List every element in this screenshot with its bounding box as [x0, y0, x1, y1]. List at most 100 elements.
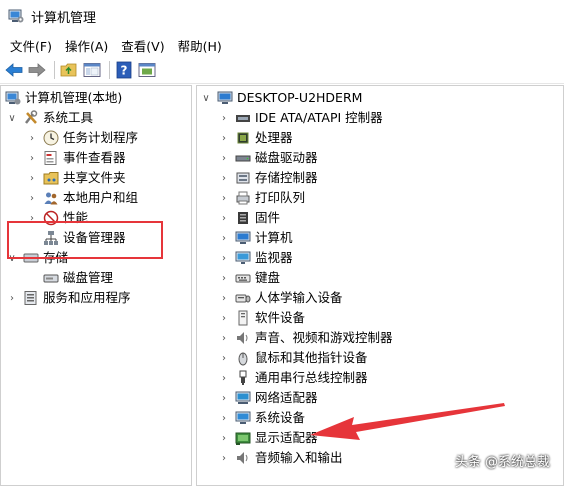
display-adapter-icon [235, 430, 251, 446]
device-category-item[interactable]: › 磁盘驱动器 [219, 148, 318, 168]
hid-icon [235, 290, 251, 306]
computer-icon [235, 230, 251, 246]
up-folder-icon[interactable] [59, 60, 79, 80]
chevron-right-icon[interactable]: › [219, 148, 229, 168]
chevron-right-icon[interactable]: › [7, 288, 17, 308]
device-category-label: 监视器 [255, 250, 293, 265]
device-category-item[interactable]: › 计算机 [219, 228, 293, 248]
chevron-right-icon[interactable]: › [219, 408, 229, 428]
menu-view[interactable]: 查看(V) [115, 34, 170, 57]
device-category-label: 通用串行总线控制器 [255, 370, 368, 385]
computer-name: DESKTOP-U2HDERM [237, 90, 363, 105]
device-category-label: 固件 [255, 210, 281, 225]
console-tree-pane[interactable]: 计算机管理(本地) ∨ 系统工具 › 任务计划程序 › 事件查看器 › 共享文件… [0, 85, 192, 486]
show-hide-tree-icon[interactable] [82, 60, 102, 80]
device-category-item[interactable]: › 打印队列 [219, 188, 305, 208]
chevron-down-icon[interactable]: ∨ [7, 248, 17, 268]
chevron-right-icon[interactable]: › [219, 388, 229, 408]
device-category-item[interactable]: › 处理器 [219, 128, 293, 148]
device-category-item[interactable]: › 监视器 [219, 248, 293, 268]
device-category-label: 键盘 [255, 270, 281, 285]
svg-text:?: ? [121, 64, 128, 78]
chevron-right-icon[interactable]: › [27, 188, 37, 208]
device-category-item[interactable]: › 声音、视频和游戏控制器 [219, 328, 393, 348]
help-icon[interactable]: ? [114, 60, 134, 80]
tree-item-root[interactable]: 计算机管理(本地) [5, 88, 122, 108]
network-adapter-icon [235, 390, 251, 406]
computer-management-icon [8, 8, 24, 24]
firmware-icon [235, 210, 251, 226]
chevron-down-icon[interactable]: ∨ [7, 108, 17, 128]
tree-item-event-viewer[interactable]: › 事件查看器 [27, 148, 126, 168]
chevron-right-icon[interactable]: › [219, 308, 229, 328]
back-arrow-icon[interactable] [4, 60, 24, 80]
storage-controller-icon [235, 170, 251, 186]
chevron-right-icon[interactable]: › [27, 128, 37, 148]
ide-controller-icon [235, 110, 251, 126]
chevron-right-icon[interactable]: › [219, 428, 229, 448]
menu-action[interactable]: 操作(A) [59, 34, 114, 57]
chevron-right-icon[interactable]: › [219, 128, 229, 148]
chevron-right-icon[interactable]: › [219, 288, 229, 308]
system-device-icon [235, 410, 251, 426]
chevron-right-icon[interactable]: › [27, 208, 37, 228]
tree-item-shared-folders[interactable]: › 共享文件夹 [27, 168, 126, 188]
chevron-right-icon[interactable]: › [219, 348, 229, 368]
chevron-right-icon[interactable]: › [219, 168, 229, 188]
device-category-item[interactable]: › 通用串行总线控制器 [219, 368, 368, 388]
computer-management-icon [5, 90, 21, 106]
forward-arrow-icon[interactable] [27, 60, 47, 80]
audio-io-icon [235, 450, 251, 466]
device-category-item[interactable]: › 软件设备 [219, 308, 305, 328]
device-category-label: 软件设备 [255, 310, 306, 325]
tree-item-disk-management[interactable]: 磁盘管理 [43, 268, 113, 288]
chevron-right-icon[interactable]: › [27, 168, 37, 188]
tree-label: 设备管理器 [63, 230, 126, 245]
tree-item-performance[interactable]: › 性能 [27, 208, 88, 228]
menu-bar: 文件(F) 操作(A) 查看(V) 帮助(H) [0, 34, 229, 56]
menu-file[interactable]: 文件(F) [4, 34, 58, 57]
device-category-label: 处理器 [255, 130, 293, 145]
tree-item-device-manager[interactable]: 设备管理器 [43, 228, 126, 248]
tree-item-task-scheduler[interactable]: › 任务计划程序 [27, 128, 138, 148]
disk-management-icon [43, 270, 59, 286]
tree-item-services-apps[interactable]: › 服务和应用程序 [7, 288, 131, 308]
chevron-right-icon[interactable]: › [219, 188, 229, 208]
monitor-icon [235, 250, 251, 266]
chevron-right-icon[interactable]: › [219, 228, 229, 248]
properties-icon[interactable] [137, 60, 157, 80]
tree-label: 本地用户和组 [63, 190, 139, 205]
toolbar-separator [109, 61, 110, 79]
device-category-item[interactable]: › 音频输入和输出 [219, 448, 343, 468]
device-category-item[interactable]: › 人体学输入设备 [219, 288, 343, 308]
chevron-right-icon[interactable]: › [219, 368, 229, 388]
chevron-down-icon[interactable]: ∨ [201, 88, 211, 108]
device-category-item[interactable]: › IDE ATA/ATAPI 控制器 [219, 108, 383, 128]
tree-label: 计算机管理(本地) [25, 90, 123, 105]
device-category-item[interactable]: › 固件 [219, 208, 280, 228]
chevron-right-icon[interactable]: › [219, 448, 229, 468]
users-icon [43, 190, 59, 206]
device-category-label: 音频输入和输出 [255, 450, 343, 465]
device-category-item[interactable]: › 鼠标和其他指针设备 [219, 348, 368, 368]
device-category-item[interactable]: › 系统设备 [219, 408, 305, 428]
tree-label: 事件查看器 [63, 150, 126, 165]
print-queue-icon [235, 190, 251, 206]
tree-item-system-tools[interactable]: ∨ 系统工具 [7, 108, 93, 128]
device-category-item[interactable]: › 键盘 [219, 268, 280, 288]
chevron-right-icon[interactable]: › [219, 108, 229, 128]
chevron-right-icon[interactable]: › [219, 268, 229, 288]
menu-help[interactable]: 帮助(H) [172, 34, 228, 57]
device-category-item[interactable]: › 存储控制器 [219, 168, 318, 188]
device-category-label: 系统设备 [255, 410, 306, 425]
chevron-right-icon[interactable]: › [219, 248, 229, 268]
chevron-right-icon[interactable]: › [219, 328, 229, 348]
tree-item-local-users[interactable]: › 本地用户和组 [27, 188, 138, 208]
tree-item-storage[interactable]: ∨ 存储 [7, 248, 68, 268]
speaker-icon [235, 330, 251, 346]
event-viewer-icon [43, 150, 59, 166]
chevron-right-icon[interactable]: › [27, 148, 37, 168]
chevron-right-icon[interactable]: › [219, 208, 229, 228]
device-tree-root[interactable]: ∨ DESKTOP-U2HDERM [201, 88, 362, 108]
watermark-text: 头条 @系统总裁 [454, 455, 550, 470]
